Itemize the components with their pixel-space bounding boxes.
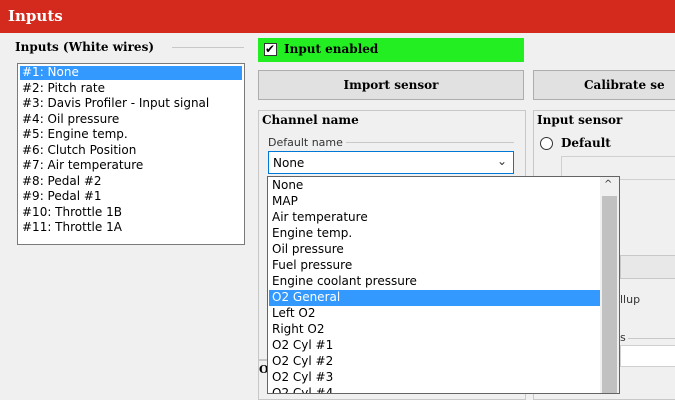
calibrate-sensor-button[interactable]: Calibrate se (533, 70, 675, 100)
dropdown-option[interactable]: None (269, 178, 600, 194)
value-field[interactable] (620, 345, 675, 367)
list-item[interactable]: #2: Pitch rate (20, 81, 105, 96)
dropdown-option[interactable]: Fuel pressure (269, 258, 600, 274)
inputs-listbox[interactable]: #1: None #2: Pitch rate #3: Davis Profiler… (17, 63, 245, 245)
list-item[interactable]: #8: Pedal #2 (20, 174, 102, 189)
window-title-bar: Inputs (0, 0, 675, 33)
list-item[interactable]: #11: Throttle 1A (20, 221, 122, 235)
list-item[interactable]: #3: Davis Profiler - Input signal (20, 97, 209, 111)
inputs-group-title: Inputs (White wires) (15, 40, 161, 54)
dropdown-option[interactable]: Left O2 (269, 306, 600, 322)
input-enabled-checkbox[interactable]: ✔ (264, 42, 277, 56)
list-item[interactable]: #7: Air temperature (20, 159, 143, 173)
dropdown-option[interactable]: MAP (269, 194, 600, 210)
default-sensor-radio[interactable] (540, 137, 553, 150)
inputs-group-divider (172, 47, 244, 48)
dropdown-option[interactable]: O2 Cyl #4 (269, 386, 600, 393)
dropdown-option[interactable]: Engine coolant pressure (269, 274, 600, 290)
check-icon: ✔ (265, 42, 276, 56)
list-item[interactable]: #9: Pedal #1 (20, 190, 102, 204)
chevron-down-icon: ⌄ (496, 154, 507, 168)
default-name-label: Default name (268, 136, 343, 149)
window-title: Inputs (8, 7, 63, 25)
list-item[interactable]: #4: Oil pressure (20, 112, 119, 127)
list-item[interactable]: #6: Clutch Position (20, 143, 136, 158)
default-name-select[interactable]: None ⌄ (268, 151, 514, 174)
scrollbar-thumb[interactable] (602, 196, 617, 393)
dropdown-option[interactable]: O2 General (269, 290, 600, 306)
list-item[interactable]: #1: None (20, 66, 242, 80)
default-name-dropdown[interactable]: O2 Cyl #4 O2 Cyl #3 O2 Cyl #2 O2 Cyl #1 Righ… (267, 176, 620, 394)
list-item[interactable]: #10: Throttle 1B (20, 205, 122, 220)
dropdown-option[interactable]: O2 Cyl #1 (269, 338, 600, 354)
dropdown-scrollbar[interactable]: ^ (600, 177, 619, 393)
input-enabled-label: Input enabled (284, 42, 379, 56)
import-sensor-button[interactable]: Import sensor (258, 70, 524, 100)
input-sensor-title: Input sensor (537, 113, 623, 127)
default-name-divider (346, 142, 514, 143)
s-label: s (620, 331, 626, 344)
dropdown-option[interactable]: Right O2 (269, 322, 600, 338)
default-sensor-label: Default (561, 136, 611, 150)
scroll-up-icon[interactable]: ^ (604, 179, 612, 190)
default-name-value: None (273, 156, 305, 170)
pullup-label: llup (620, 293, 641, 306)
dropdown-option[interactable]: O2 Cyl #2 (269, 354, 600, 370)
channel-name-title: Channel name (262, 113, 359, 127)
sensor-button[interactable] (620, 255, 675, 279)
dropdown-option[interactable]: Oil pressure (269, 242, 600, 258)
dropdown-option[interactable]: O2 Cyl #3 (269, 370, 600, 386)
s-divider (628, 338, 675, 339)
input-enabled-toggle[interactable]: ✔ Input enabled (258, 38, 524, 62)
dropdown-option[interactable]: Engine temp. (269, 226, 600, 242)
list-item[interactable]: #5: Engine temp. (20, 128, 128, 142)
dropdown-option[interactable]: Air temperature (269, 210, 600, 226)
